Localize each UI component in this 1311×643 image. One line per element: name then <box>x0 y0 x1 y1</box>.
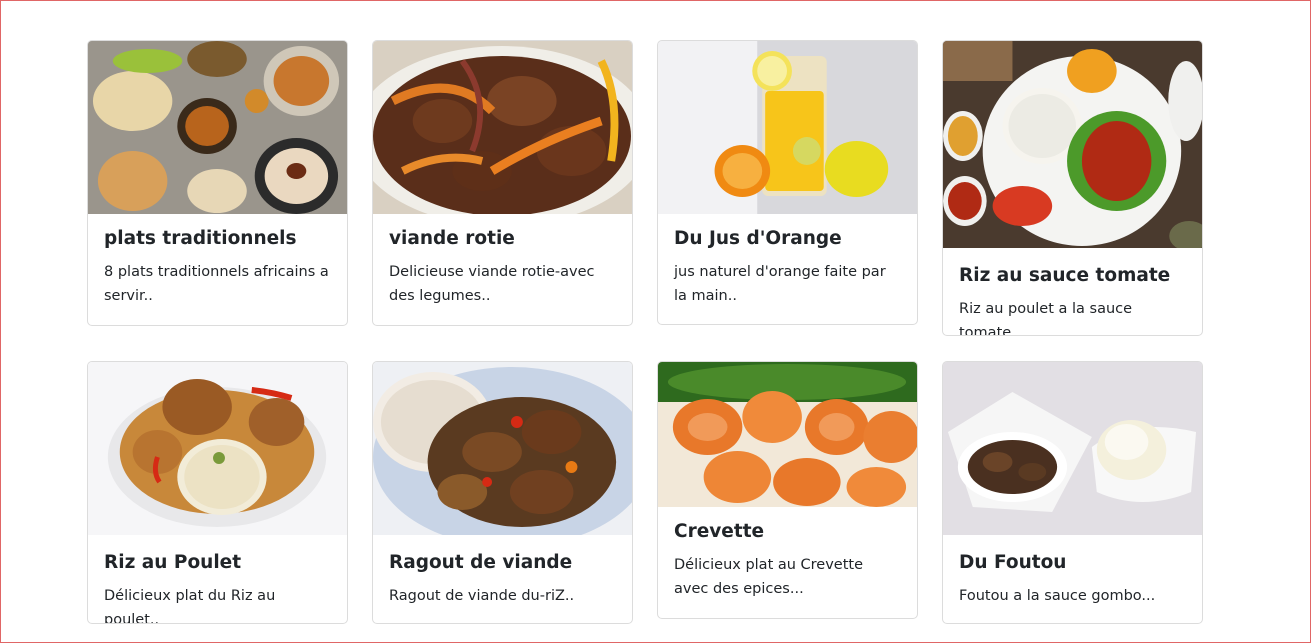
card-title: Riz au sauce tomate <box>959 265 1171 286</box>
card-description: Riz au poulet a la sauce tomate.. <box>959 301 1133 336</box>
food-card[interactable]: Riz au sauce tomate Riz au poulet a la s… <box>942 40 1203 336</box>
food-card[interactable]: Riz au Poulet Délicieux plat du Riz au p… <box>87 361 348 624</box>
card-title: Crevette <box>674 521 765 542</box>
card-title: plats traditionnels <box>104 228 297 249</box>
card-description: Ragout de viande du-riZ.. <box>389 588 575 605</box>
traditional-dishes-image[interactable] <box>88 41 347 214</box>
food-card[interactable]: Du Foutou Foutou a la sauce gombo... <box>942 361 1203 624</box>
roasted-meat-image[interactable] <box>373 41 632 214</box>
card-title: Du Foutou <box>959 552 1067 573</box>
food-card[interactable]: viande rotie Delicieuse viande rotie-ave… <box>372 40 633 326</box>
food-card[interactable]: Du Jus d'Orange jus naturel d'orange fai… <box>657 40 918 325</box>
card-description: Delicieuse viande rotie-avec des legumes… <box>389 264 595 305</box>
card-description: Délicieux plat du Riz au poulet.. <box>104 588 276 624</box>
rice-tomato-sauce-image[interactable] <box>943 41 1202 248</box>
food-card-grid: plats traditionnels 8 plats traditionnel… <box>0 0 1311 643</box>
card-title: Riz au Poulet <box>104 552 242 573</box>
meat-stew-image[interactable] <box>373 362 632 535</box>
food-card[interactable]: plats traditionnels 8 plats traditionnel… <box>87 40 348 326</box>
card-description: Foutou a la sauce gombo... <box>959 588 1156 605</box>
card-title: Du Jus d'Orange <box>674 228 842 249</box>
shrimp-image[interactable] <box>658 362 917 507</box>
food-card[interactable]: Crevette Délicieux plat au Crevette avec… <box>657 361 918 619</box>
card-description: jus naturel d'orange faite par la main.. <box>674 264 886 305</box>
card-description: Délicieux plat au Crevette avec des epic… <box>674 557 864 598</box>
orange-juice-image[interactable] <box>658 41 917 214</box>
card-description: 8 plats traditionnels africains a servir… <box>104 264 329 305</box>
card-title: Ragout de viande <box>389 552 573 573</box>
foutou-image[interactable] <box>943 362 1202 535</box>
rice-chicken-image[interactable] <box>88 362 347 535</box>
food-card[interactable]: Ragout de viande Ragout de viande du-riZ… <box>372 361 633 624</box>
card-title: viande rotie <box>389 228 515 249</box>
